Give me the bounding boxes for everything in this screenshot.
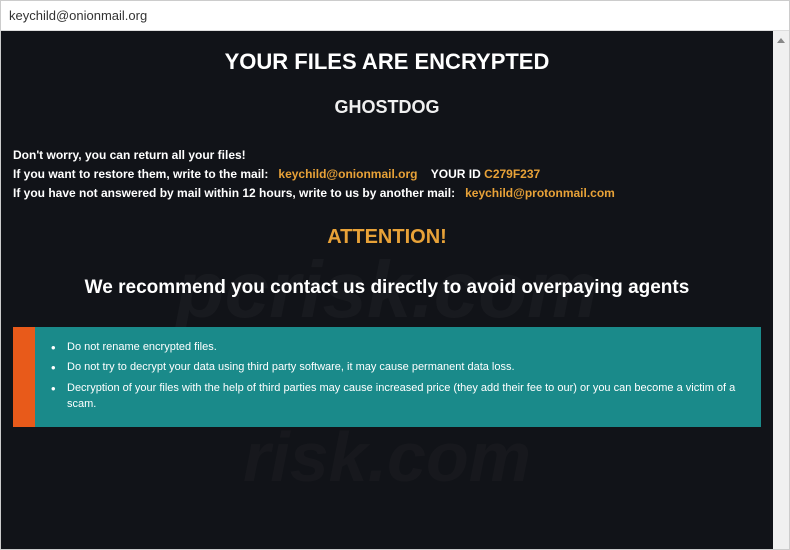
ransom-content: pcrisk.com risk.com YOUR FILES ARE ENCRY…	[1, 31, 773, 549]
headline: YOUR FILES ARE ENCRYPTED	[13, 49, 761, 75]
info-line-3: If you have not answered by mail within …	[13, 184, 761, 203]
your-id-label: YOUR ID	[431, 167, 481, 181]
list-item: Do not try to decrypt your data using th…	[49, 357, 747, 378]
contact-email-1: keychild@onionmail.org	[278, 167, 417, 181]
group-name: GHOSTDOG	[13, 97, 761, 118]
recommend-text: We recommend you contact us directly to …	[13, 277, 761, 299]
watermark: risk.com	[243, 417, 531, 497]
scroll-up-arrow-icon[interactable]	[774, 33, 788, 47]
info-line-3-text: If you have not answered by mail within …	[13, 186, 455, 200]
info-line-1: Don't worry, you can return all your fil…	[13, 146, 761, 165]
contact-email-2: keychild@protonmail.com	[465, 186, 615, 200]
your-id-value: C279F237	[484, 167, 540, 181]
attention-heading: ATTENTION!	[13, 226, 761, 249]
window-titlebar: keychild@onionmail.org	[1, 1, 789, 31]
info-line-2-text: If you want to restore them, write to th…	[13, 167, 268, 181]
ransom-window: keychild@onionmail.org pcrisk.com risk.c…	[0, 0, 790, 550]
list-item: Do not rename encrypted files.	[49, 337, 747, 358]
vertical-scrollbar[interactable]	[773, 31, 789, 549]
list-item: Decryption of your files with the help o…	[49, 378, 747, 415]
inner-content: YOUR FILES ARE ENCRYPTED GHOSTDOG Don't …	[13, 49, 761, 427]
warning-body: Do not rename encrypted files. Do not tr…	[35, 327, 761, 427]
warning-accent-bar	[13, 327, 35, 427]
info-line-2: If you want to restore them, write to th…	[13, 165, 761, 184]
warning-list: Do not rename encrypted files. Do not tr…	[49, 337, 747, 415]
warning-box: Do not rename encrypted files. Do not tr…	[13, 327, 761, 427]
info-block: Don't worry, you can return all your fil…	[13, 146, 761, 204]
window-title: keychild@onionmail.org	[9, 8, 147, 23]
content-wrapper: pcrisk.com risk.com YOUR FILES ARE ENCRY…	[1, 31, 789, 549]
